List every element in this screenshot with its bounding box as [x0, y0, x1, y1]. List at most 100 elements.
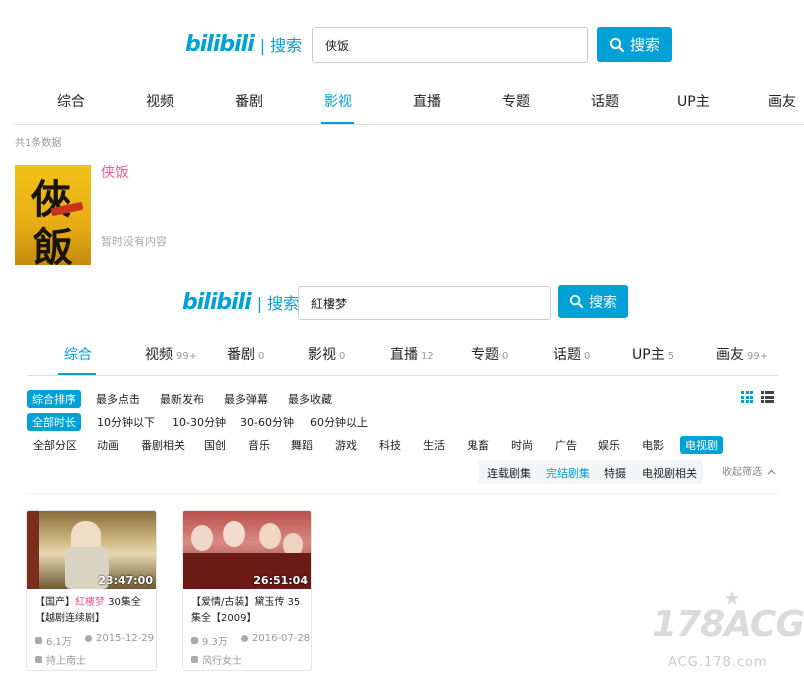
- tab-bangumi[interactable]: 番剧: [235, 91, 263, 111]
- search-input[interactable]: 侠饭: [312, 27, 588, 63]
- sub-zone-option[interactable]: 特摄: [604, 465, 626, 481]
- tab-uploader[interactable]: UP主: [677, 91, 710, 111]
- video-date: 2016-07-28: [241, 633, 310, 644]
- zone-option[interactable]: 动画: [97, 437, 119, 453]
- uploader-icon: [191, 656, 198, 663]
- watermark-star-icon: [725, 591, 739, 605]
- zone-option[interactable]: 舞蹈: [291, 437, 313, 453]
- tab-video[interactable]: 视频 99+: [145, 344, 197, 364]
- sort-option[interactable]: 最新发布: [160, 391, 204, 407]
- collapse-filter-label: 收起筛选: [722, 467, 762, 478]
- tab-label: 番剧: [227, 347, 255, 363]
- video-date: 2015-12-29: [85, 633, 154, 644]
- sort-option[interactable]: 综合排序: [27, 390, 81, 408]
- tab-topic[interactable]: 专题 0: [471, 344, 508, 364]
- sort-option[interactable]: 最多收藏: [288, 391, 332, 407]
- top-logo[interactable]: bilibili | 搜索: [185, 32, 302, 60]
- movie-poster[interactable]: 俠 飯: [15, 165, 91, 265]
- list-view-icon[interactable]: [761, 391, 774, 403]
- tab-label: 专题: [471, 347, 499, 363]
- tab-uploader[interactable]: UP主 5: [632, 344, 674, 364]
- search-icon: [569, 294, 584, 309]
- zone-option[interactable]: 广告: [555, 437, 577, 453]
- duration-option[interactable]: 全部时长: [27, 413, 81, 431]
- tab-topic[interactable]: 专题: [502, 91, 530, 111]
- video-thumbnail[interactable]: 26:51:04: [183, 511, 311, 589]
- zone-option[interactable]: 科技: [379, 437, 401, 453]
- zone-option[interactable]: 游戏: [335, 437, 357, 453]
- tab-hashtag[interactable]: 话题: [591, 91, 619, 111]
- zone-option[interactable]: 音乐: [248, 437, 270, 453]
- duration-option[interactable]: 60分钟以上: [310, 414, 368, 430]
- video-uploader[interactable]: 持上南士: [35, 652, 86, 667]
- video-title-text: 【爱情/古装】黛玉传 35集全【2009】: [191, 597, 301, 624]
- sort-option[interactable]: 最多点击: [96, 391, 140, 407]
- clock-icon: [241, 635, 248, 642]
- tab-video[interactable]: 视频: [146, 91, 174, 111]
- zone-option[interactable]: 电视剧: [680, 436, 723, 454]
- sort-option[interactable]: 最多弹幕: [224, 391, 268, 407]
- video-thumbnail[interactable]: 23:47:00: [27, 511, 156, 589]
- tab-label: 视频: [145, 347, 173, 363]
- tab-film-tv[interactable]: 影视 0: [308, 344, 345, 364]
- zone-option[interactable]: 国创: [204, 437, 226, 453]
- video-card[interactable]: 26:51:04 【爱情/古装】黛玉传 35集全【2009】 9.3万 2016…: [182, 510, 312, 671]
- sub-zone-option[interactable]: 完结剧集: [546, 465, 590, 481]
- result-title[interactable]: 侠饭: [101, 162, 129, 182]
- collapse-filter-button[interactable]: 收起筛选: [722, 463, 776, 478]
- search-button[interactable]: 搜索: [558, 285, 628, 318]
- tab-count: 99+: [747, 351, 769, 362]
- tab-artist[interactable]: 画友: [768, 91, 796, 111]
- tab-hashtag[interactable]: 话题 0: [553, 344, 590, 364]
- bilibili-logo: bilibili: [182, 290, 252, 315]
- tab-artist[interactable]: 画友 99+: [716, 344, 768, 364]
- watermark-url: ACG.178.com: [668, 655, 768, 670]
- tab-live[interactable]: 直播: [413, 91, 441, 111]
- filter-divider: [27, 493, 778, 494]
- sub-zone-option[interactable]: 连载剧集: [487, 465, 531, 481]
- bilibili-logo: bilibili: [185, 32, 255, 57]
- search-input[interactable]: 紅樓梦: [298, 286, 551, 320]
- search-button[interactable]: 搜索: [597, 27, 672, 62]
- tab-label: 综合: [64, 347, 92, 363]
- zone-option[interactable]: 电影: [642, 437, 664, 453]
- top-tabs: 综合 视频 番剧 影视 直播 专题 话题 UP主 画友: [0, 91, 804, 111]
- zone-option[interactable]: 鬼畜: [467, 437, 489, 453]
- result-count: 共1条数据: [15, 138, 62, 149]
- search-button-label: 搜索: [629, 36, 660, 54]
- video-card[interactable]: 23:47:00 【国产】紅樓梦 30集全【越剧连续剧】 6.1万 2015-1…: [26, 510, 157, 671]
- top-tabs-divider: [15, 124, 804, 125]
- video-uploader-name: 风行女士: [202, 656, 242, 667]
- video-title[interactable]: 【爱情/古装】黛玉传 35集全【2009】: [191, 595, 307, 627]
- zone-option[interactable]: 全部分区: [33, 437, 77, 453]
- zone-option[interactable]: 时尚: [511, 437, 533, 453]
- tab-comprehensive[interactable]: 综合: [57, 91, 85, 111]
- sub-zone-option[interactable]: 电视剧相关: [642, 465, 697, 481]
- logo-separator: |: [256, 294, 263, 313]
- tab-count: 0: [258, 351, 265, 362]
- video-duration: 26:51:04: [253, 574, 308, 587]
- zone-option[interactable]: 番剧相关: [141, 437, 185, 453]
- tab-film-tv[interactable]: 影视: [324, 91, 352, 111]
- tab-count: 99+: [176, 351, 198, 362]
- tab-bangumi[interactable]: 番剧 0: [227, 344, 264, 364]
- logo-separator: |: [259, 36, 266, 55]
- zone-option[interactable]: 生活: [423, 437, 445, 453]
- video-title[interactable]: 【国产】紅樓梦 30集全【越剧连续剧】: [35, 595, 153, 627]
- duration-row: 全部时长 10分钟以下 10-30分钟 30-60分钟 60分钟以上: [27, 413, 447, 431]
- tab-live[interactable]: 直播 12: [390, 344, 434, 364]
- video-views: 9.3万: [191, 633, 228, 648]
- logo-search-label: 搜索: [270, 36, 303, 55]
- duration-option[interactable]: 10-30分钟: [172, 414, 226, 430]
- duration-option[interactable]: 10分钟以下: [97, 414, 155, 430]
- sort-row: 综合排序 最多点击 最新发布 最多弹幕 最多收藏: [27, 390, 447, 408]
- tab-comprehensive[interactable]: 综合: [64, 344, 92, 364]
- video-uploader[interactable]: 风行女士: [191, 652, 242, 667]
- tab-label: 画友: [716, 347, 744, 363]
- duration-option[interactable]: 30-60分钟: [240, 414, 294, 430]
- bottom-logo[interactable]: bilibili | 搜索: [182, 290, 299, 318]
- zone-option[interactable]: 娱乐: [598, 437, 620, 453]
- grid-view-icon[interactable]: [741, 391, 753, 403]
- uploader-icon: [35, 656, 42, 663]
- tab-count: 5: [667, 351, 675, 362]
